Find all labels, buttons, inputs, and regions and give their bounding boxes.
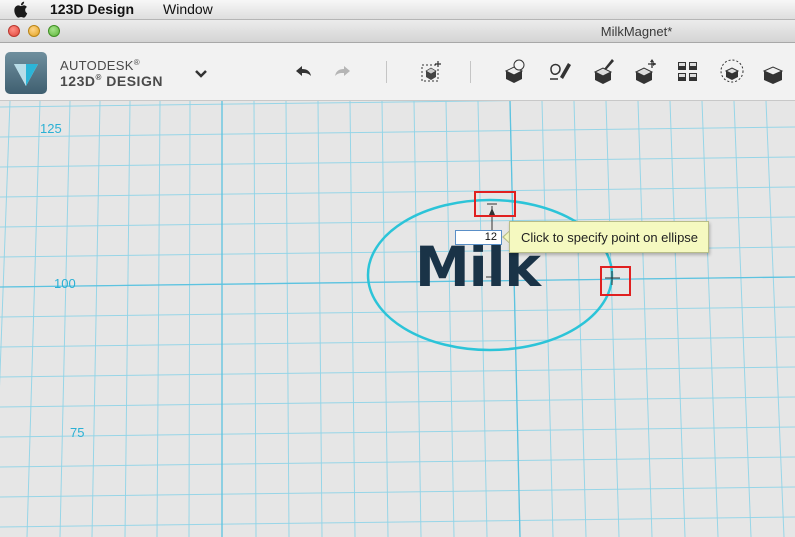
brand-product-label: 123D (60, 73, 96, 89)
apple-icon[interactable] (14, 1, 30, 18)
modify-icon[interactable] (632, 57, 660, 85)
construct-icon[interactable] (590, 57, 618, 85)
brand-registered-mark-2: ® (95, 73, 102, 82)
window-title: MilkMagnet* (600, 24, 673, 39)
brand-autodesk-label: AUTODESK (60, 58, 134, 73)
primitives-icon[interactable] (502, 57, 530, 85)
brand-product: 123D® DESIGN (60, 73, 163, 89)
tooltip: Click to specify point on ellipse (509, 221, 709, 253)
chevron-down-icon[interactable] (192, 67, 210, 81)
sketch-icon[interactable] (546, 57, 574, 85)
grid (0, 101, 795, 537)
ellipse-side-handle[interactable] (600, 266, 631, 296)
axis-label-100: 100 (54, 276, 76, 291)
toolbar-separator (386, 61, 387, 83)
ellipse-top-handle[interactable] (474, 191, 516, 217)
app-menu[interactable]: 123D Design (50, 1, 134, 17)
brand-product-suffix: DESIGN (106, 73, 163, 89)
design-canvas[interactable]: 125 100 75 Milk 12 Click to specify poin… (0, 101, 795, 537)
brand-autodesk: AUTODESK® (60, 58, 140, 73)
transform-icon[interactable] (418, 57, 446, 85)
toolbar-separator (470, 61, 471, 83)
undo-icon[interactable] (288, 57, 316, 85)
menubar: 123D Design Window (0, 0, 795, 20)
logo-icon (14, 64, 38, 86)
group-icon[interactable] (718, 57, 746, 85)
brand-registered-mark: ® (133, 58, 140, 67)
pattern-icon[interactable] (674, 57, 702, 85)
app-logo[interactable] (5, 52, 47, 94)
dimension-input[interactable]: 12 (455, 230, 502, 245)
axis-label-75: 75 (70, 425, 85, 440)
window-titlebar: MilkMagnet* (0, 20, 795, 43)
combine-icon[interactable] (760, 57, 788, 85)
main-toolbar: AUTODESK® 123D® DESIGN (0, 43, 795, 101)
axis-label-125: 125 (40, 121, 62, 136)
window-menu[interactable]: Window (163, 1, 213, 17)
redo-icon[interactable] (330, 57, 358, 85)
